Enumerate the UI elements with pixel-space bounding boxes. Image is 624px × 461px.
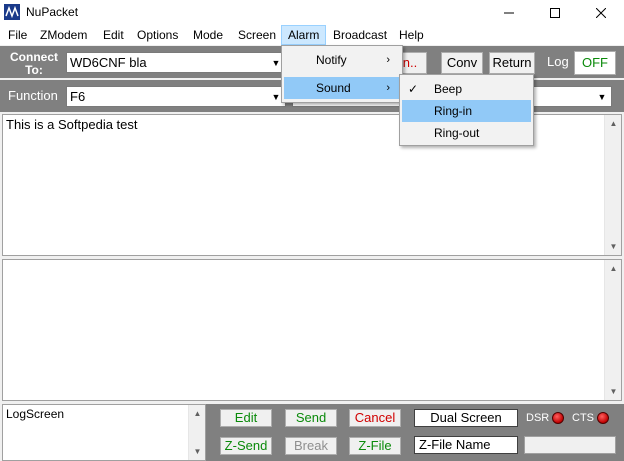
window-title: NuPacket [26, 5, 79, 19]
menu-edit[interactable]: Edit [97, 25, 130, 45]
status-field [524, 436, 616, 454]
menu-bar: File ZModem Edit Options Mode Screen Ala… [0, 25, 624, 45]
ringout-label: Ring-out [434, 126, 480, 140]
vertical-scrollbar[interactable]: ▲ ▼ [604, 115, 621, 255]
z-send-button[interactable]: Z-Send [220, 437, 272, 455]
scroll-up-icon[interactable]: ▲ [605, 260, 622, 277]
menu-zmodem[interactable]: ZModem [34, 25, 93, 45]
alarm-menu-notify[interactable]: Notify › [284, 49, 400, 71]
logscreen-pane[interactable]: LogScreen ▲ ▼ [2, 404, 206, 461]
ringin-label: Ring-in [434, 104, 473, 118]
bottom-control-panel: Edit Send Cancel Dual Screen DSR CTS Z-S… [206, 404, 624, 461]
logscreen-text: LogScreen [6, 407, 65, 421]
dsr-led-icon [552, 412, 564, 424]
close-button[interactable] [578, 0, 624, 25]
menu-screen[interactable]: Screen [232, 25, 282, 45]
return-button[interactable]: Return [489, 52, 535, 74]
cts-label: CTS [572, 412, 594, 424]
function-value: F6 [70, 89, 86, 104]
cancel-button[interactable]: Cancel [349, 409, 401, 427]
alarm-menu: Notify › Sound › [281, 45, 403, 103]
minimize-button[interactable] [486, 0, 532, 25]
title-bar: NuPacket [0, 0, 624, 25]
connect-to-value: WD6CNF bla [70, 55, 147, 70]
sound-submenu: ✓ Beep Ring-in Ring-out [399, 74, 534, 146]
log-off-toggle[interactable]: OFF [574, 51, 616, 75]
menu-broadcast[interactable]: Broadcast [327, 25, 393, 45]
menu-help[interactable]: Help [393, 25, 430, 45]
maximize-button[interactable] [532, 0, 578, 25]
sound-menu-ringin[interactable]: Ring-in [402, 100, 531, 122]
connect-to-combo[interactable]: WD6CNF bla ▼ [66, 52, 286, 73]
beep-label: Beep [434, 82, 463, 96]
sound-menu-beep[interactable]: ✓ Beep [402, 78, 531, 100]
sound-menu-ringout[interactable]: Ring-out [402, 122, 531, 144]
function-combo[interactable]: F6 ▼ [66, 86, 286, 107]
close-icon [596, 7, 606, 18]
scroll-down-icon[interactable]: ▼ [605, 238, 622, 255]
log-label: Log [547, 54, 569, 69]
notify-label: Notify [316, 53, 347, 67]
submenu-arrow-icon: › [386, 82, 390, 94]
sound-label: Sound [316, 81, 351, 95]
terminal-output-pane[interactable]: ▲ ▼ [2, 259, 622, 401]
connect-to-label: Connect To: [10, 50, 58, 77]
function-label: Function [8, 88, 58, 103]
vertical-scrollbar[interactable]: ▲ ▼ [604, 260, 621, 400]
maximize-icon [550, 7, 560, 18]
cts-led-icon [597, 412, 609, 424]
scroll-up-icon[interactable]: ▲ [189, 405, 206, 422]
menu-file[interactable]: File [2, 25, 33, 45]
scroll-up-icon[interactable]: ▲ [605, 115, 622, 132]
dual-screen-button[interactable]: Dual Screen [414, 409, 518, 427]
scroll-down-icon[interactable]: ▼ [605, 383, 622, 400]
scroll-down-icon[interactable]: ▼ [189, 443, 206, 460]
dsr-label: DSR [526, 412, 550, 424]
menu-mode[interactable]: Mode [187, 25, 229, 45]
break-button[interactable]: Break [285, 437, 337, 455]
z-file-button[interactable]: Z-File [349, 437, 401, 455]
alarm-menu-sound[interactable]: Sound › [284, 77, 400, 99]
z-file-name-field[interactable]: Z-File Name [414, 436, 518, 454]
menu-options[interactable]: Options [131, 25, 184, 45]
menu-alarm[interactable]: Alarm [281, 25, 327, 45]
app-icon [4, 4, 20, 20]
conv-button[interactable]: Conv [441, 52, 483, 74]
send-button[interactable]: Send [285, 409, 337, 427]
minimize-icon [504, 12, 514, 13]
check-icon: ✓ [408, 82, 419, 96]
chevron-down-icon[interactable]: ▼ [594, 88, 610, 105]
vertical-scrollbar[interactable]: ▲ ▼ [188, 405, 205, 460]
terminal-input-text: This is a Softpedia test [6, 117, 138, 132]
submenu-arrow-icon: › [386, 54, 390, 66]
edit-button[interactable]: Edit [220, 409, 272, 427]
